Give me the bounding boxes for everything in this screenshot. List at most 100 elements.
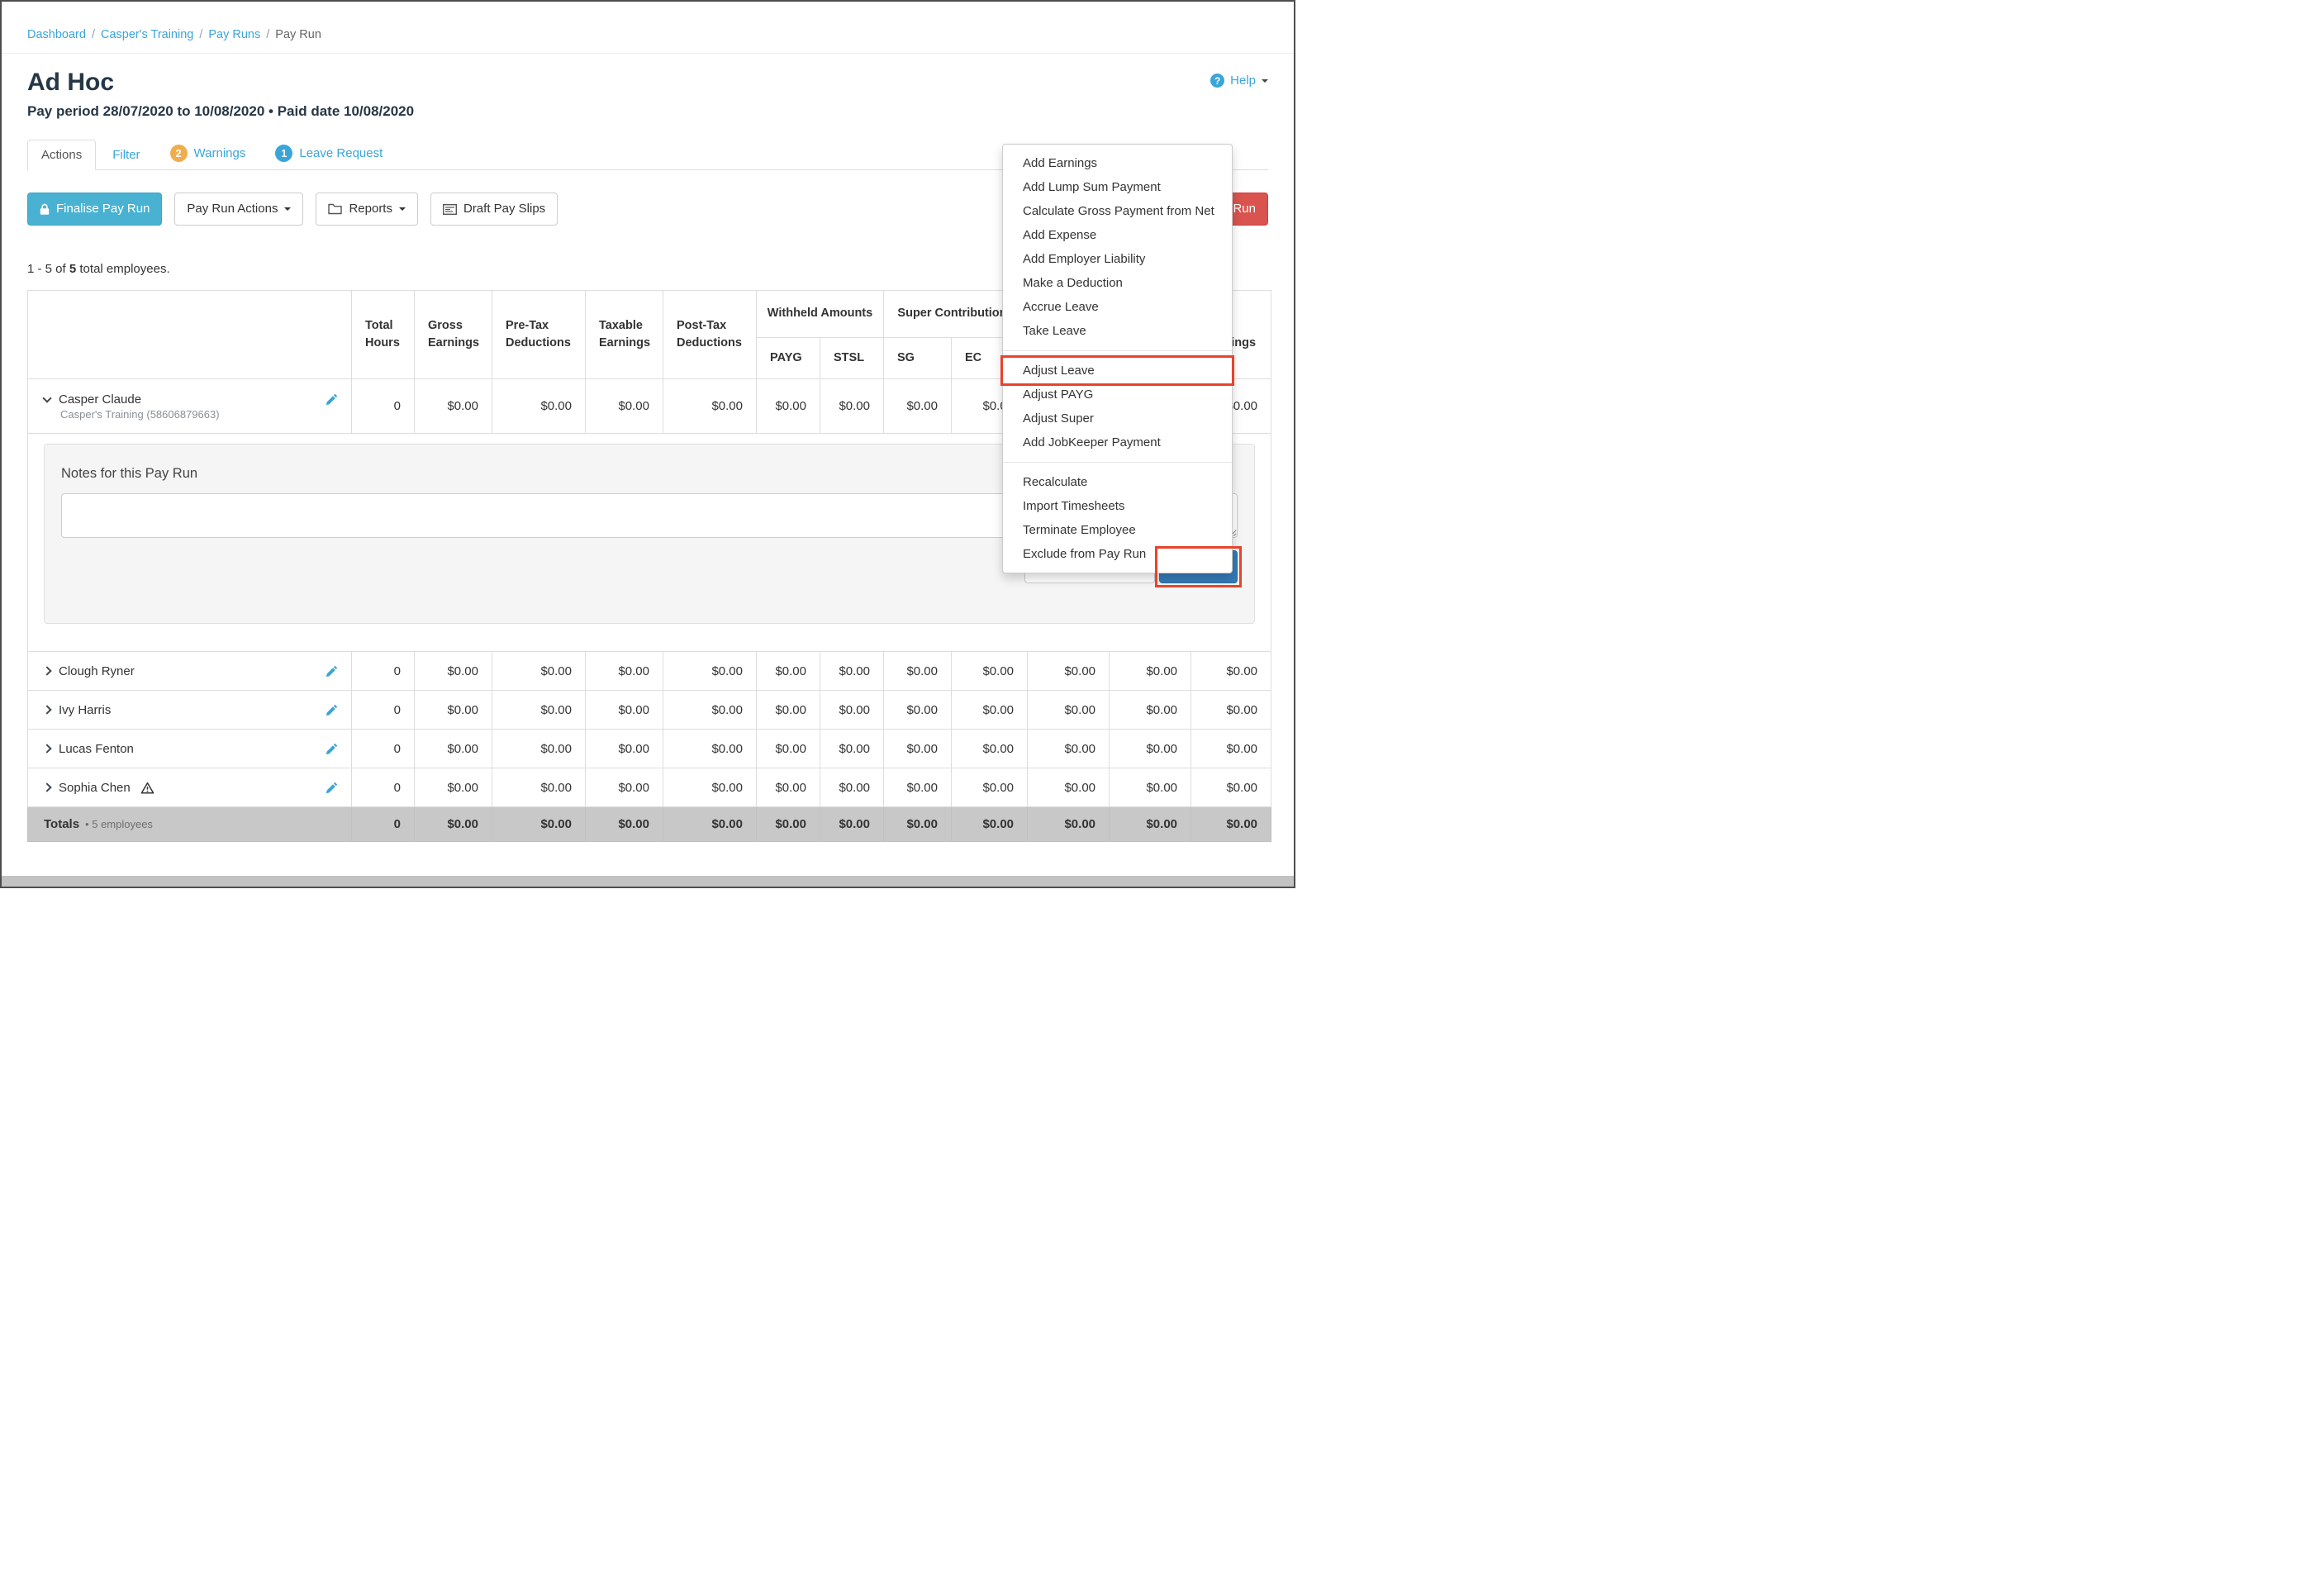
question-circle-icon: ? bbox=[1210, 74, 1224, 88]
actions-dropdown-menu: Add EarningsAdd Lump Sum PaymentCalculat… bbox=[1002, 144, 1233, 573]
tab-label: Filter bbox=[112, 148, 140, 162]
chevron-right-icon[interactable] bbox=[42, 782, 51, 792]
value-cell: $0.00 bbox=[820, 691, 884, 730]
edit-employee-button[interactable] bbox=[326, 782, 338, 794]
help-menu[interactable]: ? Help bbox=[1210, 74, 1268, 88]
menu-item-add-earnings[interactable]: Add Earnings bbox=[1003, 151, 1232, 175]
menu-item-add-employer-liability[interactable]: Add Employer Liability bbox=[1003, 247, 1232, 271]
menu-item-take-leave[interactable]: Take Leave bbox=[1003, 319, 1232, 343]
menu-item-accrue-leave[interactable]: Accrue Leave bbox=[1003, 295, 1232, 319]
menu-item-recalculate[interactable]: Recalculate bbox=[1003, 470, 1232, 494]
tab-leave-request[interactable]: 1Leave Request bbox=[262, 137, 396, 169]
value-cell: $0.00 bbox=[820, 730, 884, 768]
employee-name: Ivy Harris bbox=[59, 703, 111, 717]
employee-row-clough-ryner[interactable]: Clough Ryner0$0.00$0.00$0.00$0.00$0.00$0… bbox=[28, 652, 1271, 691]
employee-row-header: Casper Claude bbox=[28, 392, 351, 407]
pay-run-page: { "breadcrumb": { "separator": "/", "ite… bbox=[0, 0, 1295, 888]
value-cell: $0.00 bbox=[952, 730, 1028, 768]
annotation-highlight-menu-item bbox=[1000, 355, 1234, 386]
finalise-pay-run-button[interactable]: Finalise Pay Run bbox=[27, 193, 162, 226]
edit-employee-button[interactable] bbox=[326, 743, 338, 755]
totals-value-cell: $0.00 bbox=[586, 807, 663, 842]
employee-business-name: Casper's Training (58606879663) bbox=[28, 408, 351, 421]
reports-button[interactable]: Reports bbox=[316, 193, 418, 226]
value-cell: $0.00 bbox=[884, 652, 952, 691]
edit-employee-button[interactable] bbox=[326, 704, 338, 716]
breadcrumb-item-pay-runs[interactable]: Pay Runs bbox=[208, 28, 260, 41]
tab-warnings[interactable]: 2Warnings bbox=[157, 137, 259, 169]
menu-item-add-jobkeeper-payment[interactable]: Add JobKeeper Payment bbox=[1003, 430, 1232, 454]
value-cell: $0.00 bbox=[663, 730, 757, 768]
menu-item-adjust-leave[interactable]: Adjust Leave bbox=[1003, 359, 1232, 383]
tab-filter[interactable]: Filter bbox=[99, 140, 153, 169]
employee-row-header: Ivy Harris bbox=[28, 703, 351, 717]
value-cell: $0.00 bbox=[952, 768, 1028, 807]
employee-row-header: Clough Ryner bbox=[28, 664, 351, 678]
employee-row-ivy-harris[interactable]: Ivy Harris0$0.00$0.00$0.00$0.00$0.00$0.0… bbox=[28, 691, 1271, 730]
menu-item-adjust-super[interactable]: Adjust Super bbox=[1003, 407, 1232, 430]
value-cell: $0.00 bbox=[757, 730, 820, 768]
column-header-payg: PAYG bbox=[757, 338, 820, 379]
chevron-right-icon[interactable] bbox=[42, 705, 51, 714]
value-cell: $0.00 bbox=[1028, 768, 1110, 807]
value-cell: $0.00 bbox=[757, 652, 820, 691]
value-cell: $0.00 bbox=[1110, 652, 1191, 691]
value-cell: $0.00 bbox=[492, 379, 586, 434]
page-title: Ad Hoc bbox=[27, 69, 114, 97]
value-cell: $0.00 bbox=[1110, 768, 1191, 807]
value-cell: $0.00 bbox=[586, 691, 663, 730]
group-header-withheld-amounts: Withheld Amounts bbox=[757, 291, 884, 338]
totals-value-cell: $0.00 bbox=[757, 807, 820, 842]
value-cell: $0.00 bbox=[663, 768, 757, 807]
caret-down-icon bbox=[399, 207, 406, 211]
totals-value-cell: $0.00 bbox=[663, 807, 757, 842]
value-cell: $0.00 bbox=[757, 768, 820, 807]
tab-label: Leave Request bbox=[299, 146, 383, 160]
totals-value-cell: $0.00 bbox=[415, 807, 492, 842]
chevron-down-icon[interactable] bbox=[42, 393, 51, 402]
menu-item-add-lump-sum-payment[interactable]: Add Lump Sum Payment bbox=[1003, 175, 1232, 199]
menu-item-import-timesheets[interactable]: Import Timesheets bbox=[1003, 494, 1232, 518]
employee-row-sophia-chen[interactable]: Sophia Chen0$0.00$0.00$0.00$0.00$0.00$0.… bbox=[28, 768, 1271, 807]
edit-employee-button[interactable] bbox=[326, 393, 338, 406]
employee-name: Clough Ryner bbox=[59, 664, 135, 678]
employee-row-lucas-fenton[interactable]: Lucas Fenton0$0.00$0.00$0.00$0.00$0.00$0… bbox=[28, 730, 1271, 768]
menu-item-exclude-from-pay-run[interactable]: Exclude from Pay Run bbox=[1003, 542, 1232, 566]
pay-run-actions-label: Pay Run Actions bbox=[187, 201, 278, 217]
draft-pay-slips-button[interactable]: Draft Pay Slips bbox=[430, 193, 558, 226]
breadcrumb-item-casper-s-training[interactable]: Casper's Training bbox=[101, 28, 193, 41]
menu-item-adjust-payg[interactable]: Adjust PAYG bbox=[1003, 383, 1232, 407]
value-cell: $0.00 bbox=[415, 730, 492, 768]
pay-run-actions-button[interactable]: Pay Run Actions bbox=[174, 193, 303, 226]
employee-name: Sophia Chen bbox=[59, 781, 131, 795]
value-cell: 0 bbox=[352, 768, 415, 807]
finalise-pay-run-label: Finalise Pay Run bbox=[56, 201, 150, 217]
menu-item-make-a-deduction[interactable]: Make a Deduction bbox=[1003, 271, 1232, 295]
breadcrumb-separator: / bbox=[266, 28, 269, 41]
column-header-post-tax-deductions: Post-Tax Deductions bbox=[663, 291, 757, 379]
menu-item-terminate-employee[interactable]: Terminate Employee bbox=[1003, 518, 1232, 542]
edit-employee-button[interactable] bbox=[326, 665, 338, 678]
chevron-right-icon[interactable] bbox=[42, 666, 51, 675]
employee-column-header bbox=[28, 291, 352, 379]
breadcrumb-item-dashboard[interactable]: Dashboard bbox=[27, 28, 86, 41]
help-label: Help bbox=[1230, 74, 1256, 88]
breadcrumb-item-pay-run: Pay Run bbox=[275, 28, 321, 41]
menu-item-calculate-gross-payment-from-net[interactable]: Calculate Gross Payment from Net bbox=[1003, 199, 1232, 223]
totals-value-cell: $0.00 bbox=[820, 807, 884, 842]
value-cell: $0.00 bbox=[415, 768, 492, 807]
totals-value-cell: $0.00 bbox=[1110, 807, 1191, 842]
value-cell: $0.00 bbox=[757, 691, 820, 730]
breadcrumb-separator: / bbox=[199, 28, 202, 41]
horizontal-scrollbar[interactable] bbox=[2, 876, 1294, 887]
folder-icon bbox=[328, 203, 342, 215]
value-cell: $0.00 bbox=[492, 730, 586, 768]
value-cell: 0 bbox=[352, 730, 415, 768]
employee-row-header: Sophia Chen bbox=[28, 781, 351, 795]
totals-value-cell: $0.00 bbox=[952, 807, 1028, 842]
breadcrumb-separator: / bbox=[92, 28, 95, 41]
menu-item-add-expense[interactable]: Add Expense bbox=[1003, 223, 1232, 247]
tab-actions[interactable]: Actions bbox=[27, 140, 96, 170]
chevron-right-icon[interactable] bbox=[42, 744, 51, 753]
value-cell: $0.00 bbox=[1191, 652, 1271, 691]
